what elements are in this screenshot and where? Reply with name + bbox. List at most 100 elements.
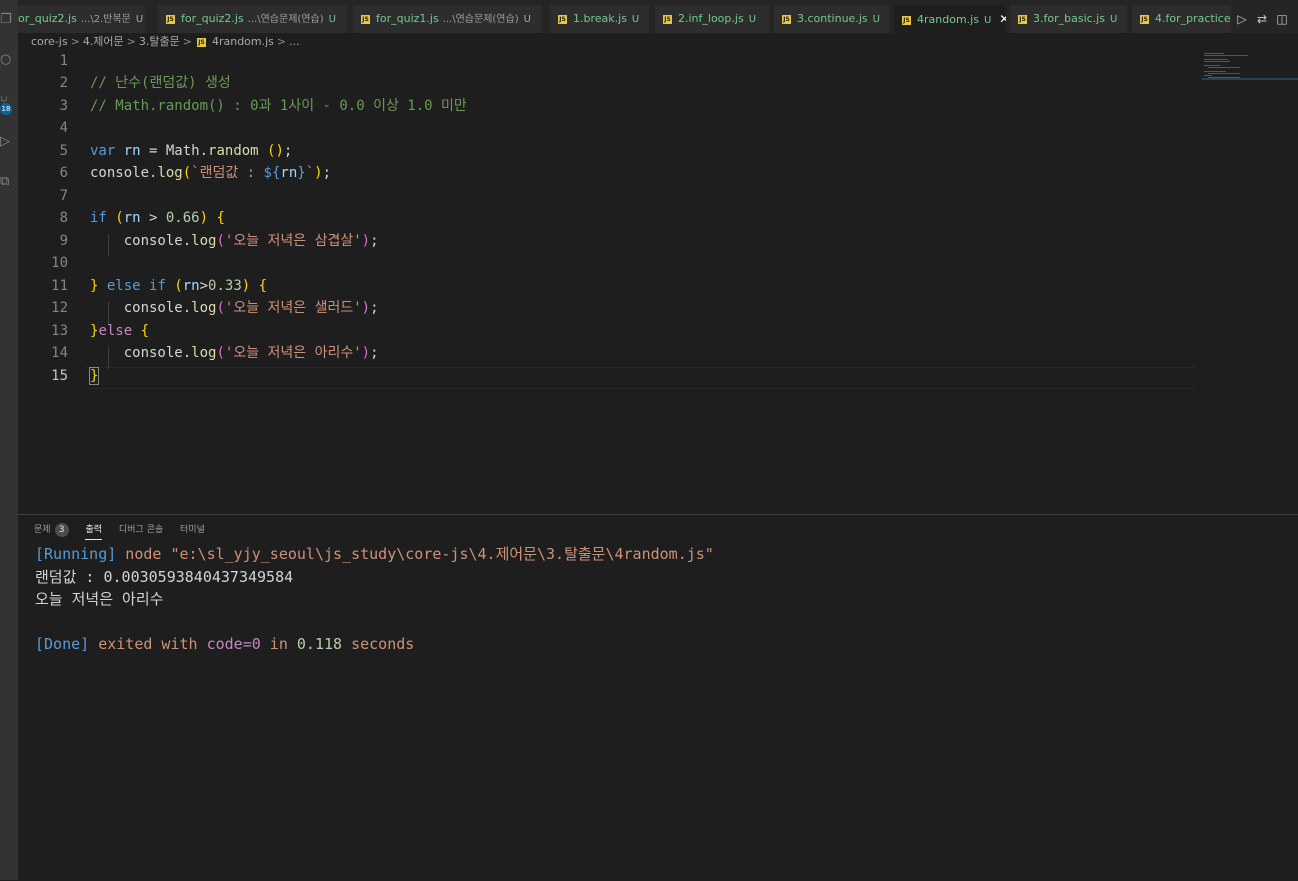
minimap-line (1204, 71, 1226, 72)
run-icon[interactable]: ▷ (1232, 5, 1252, 33)
tab-for-practice[interactable]: JS 4.for_practice.js (1132, 5, 1232, 33)
code-token: = Math. (140, 143, 209, 159)
tab-problems[interactable]: 문제 3 (34, 521, 69, 539)
breadcrumb-item[interactable]: 4random.js (212, 35, 274, 48)
tab-label: 디버그 콘솔 (118, 525, 164, 535)
code-bracket: { (132, 323, 150, 339)
breadcrumb-item[interactable]: ... (289, 35, 300, 48)
problem-count-badge: 3 (54, 523, 69, 537)
code-variable: rn (182, 278, 200, 294)
tab-terminal[interactable]: 터미널 (180, 521, 205, 539)
tab-desc: ...\연습문제(연습) (247, 14, 324, 25)
close-icon[interactable]: ✕ (999, 12, 1006, 26)
breadcrumb-item[interactable]: 4.제어문 (83, 35, 124, 48)
line-number: 1 (59, 53, 68, 69)
code-token: > (140, 210, 166, 226)
code-keyword: else (98, 323, 133, 339)
code-bracket: ( (216, 345, 225, 361)
tab-label: 터미널 (180, 525, 205, 535)
code-keyword: var (90, 143, 116, 159)
code-number: 0.33 (208, 278, 242, 294)
output-line: 랜덤값 : 0.0030593840437349584 (35, 567, 294, 586)
tab-break[interactable]: JS 1.break.js U (550, 5, 650, 33)
source-control-badge: 18 (0, 103, 12, 115)
explorer-icon[interactable]: ❐ (0, 10, 18, 30)
minimap[interactable] (1202, 50, 1298, 90)
code-bracket: ) (361, 300, 371, 316)
tab-desc: ...\2.반복문 (80, 14, 131, 25)
js-file-icon: JS (166, 14, 175, 24)
output-text: exited with (89, 635, 207, 653)
code-bracket: { (250, 278, 268, 294)
js-file-icon: JS (558, 14, 567, 24)
split-editor-icon[interactable]: ◫ (1272, 5, 1292, 33)
tab-debug-console[interactable]: 디버그 콘솔 (119, 521, 163, 539)
panel-tabs: 문제 3 출력 디버그 콘솔 터미널 (34, 521, 219, 541)
js-file-icon: JS (782, 14, 791, 24)
line-number: 11 (51, 278, 68, 294)
js-file-icon: JS (902, 15, 911, 25)
code-text: if (rn > 0.66) { (90, 207, 225, 229)
code-variable: rn (115, 143, 141, 159)
code-number: 0.66 (165, 210, 200, 226)
tab-for-quiz2[interactable]: JS for_quiz2.js ...\연습문제(연습) U (158, 5, 348, 33)
compare-icon[interactable]: ⇄ (1252, 5, 1272, 33)
code-text: console.log(`랜덤값 : ${rn}`); (90, 162, 331, 184)
tab-status: U (523, 14, 531, 25)
output-line: [Done] exited with code=0 in 0.118 secon… (35, 633, 714, 656)
tab-or-quiz2[interactable]: or_quiz2.js ...\2.반복문 U (18, 5, 146, 33)
minimap-line (1204, 65, 1220, 66)
tab-label: or_quiz2.js (18, 12, 77, 25)
search-icon[interactable]: ○ (0, 50, 18, 70)
code-bracket: () (258, 143, 284, 159)
tab-status: U (748, 14, 757, 25)
run-debug-icon[interactable]: ▷ (0, 132, 18, 152)
code-token: console. (90, 300, 192, 316)
code-token: ; (283, 143, 293, 159)
running-tag: [Running] (35, 545, 117, 563)
js-file-icon: JS (361, 14, 370, 24)
line-number: 9 (59, 233, 68, 249)
tab-label: 1.break.js (573, 12, 627, 25)
code-keyword: if (90, 210, 107, 226)
tab-for-quiz1[interactable]: JS for_quiz1.js ...\연습문제(연습) U (353, 5, 543, 33)
code-token: console. (90, 345, 192, 361)
code-text: var rn = Math.random (); (90, 140, 292, 162)
code-editor[interactable]: 1 2 // 난수(랜덤값) 생성 3 // Math.random() : 0과 … (18, 50, 1198, 512)
code-text: }else { (90, 320, 149, 342)
code-bracket: } (88, 367, 100, 385)
output-line: [Running] node "e:\sl_yjy_seoul\js_study… (35, 543, 714, 566)
code-string: ` (305, 165, 315, 181)
tab-label: for_quiz1.js (376, 12, 439, 25)
code-bracket: ( (216, 300, 225, 316)
line-number: 12 (51, 300, 68, 316)
code-keyword: else if (98, 278, 166, 294)
tab-for-basic[interactable]: JS 3.for_basic.js U (1010, 5, 1128, 33)
line-number: 14 (51, 345, 68, 361)
tab-inf-loop[interactable]: JS 2.inf_loop.js U (655, 5, 770, 33)
breadcrumb-item[interactable]: core-js (31, 35, 68, 48)
tab-label: 3.continue.js (797, 12, 868, 25)
tab-desc: ...\연습문제(연습) (442, 14, 519, 25)
code-comment: // Math.random() : 0과 1사이 - 0.0 이상 1.0 미… (90, 98, 467, 114)
code-function: random (208, 143, 259, 159)
code-bracket: ) (199, 210, 209, 226)
code-token: ; (370, 300, 379, 316)
tab-continue[interactable]: JS 3.continue.js U (774, 5, 890, 33)
chevron-right-icon: > (276, 35, 287, 48)
code-variable: rn (123, 210, 141, 226)
breadcrumb-item[interactable]: 3.탈출문 (139, 35, 180, 48)
code-function: log (191, 345, 217, 361)
output-line: 오늘 저녁은 아리수 (35, 590, 164, 608)
output-text: seconds (342, 635, 415, 653)
minimap-line (1204, 59, 1228, 60)
code-function: log (157, 165, 183, 181)
extensions-icon[interactable]: ⧉ (0, 172, 18, 192)
tab-output[interactable]: 출력 (85, 521, 102, 540)
bottom-panel: 문제 3 출력 디버그 콘솔 터미널 [Running] node "e:\sl_… (18, 514, 1298, 881)
output-log[interactable]: [Running] node "e:\sl_yjy_seoul\js_study… (35, 543, 714, 656)
tab-4random[interactable]: JS 4random.js U ✕ (894, 5, 1007, 33)
js-file-icon: JS (1018, 14, 1027, 24)
code-token: > (199, 278, 209, 294)
code-text: } (88, 365, 100, 387)
